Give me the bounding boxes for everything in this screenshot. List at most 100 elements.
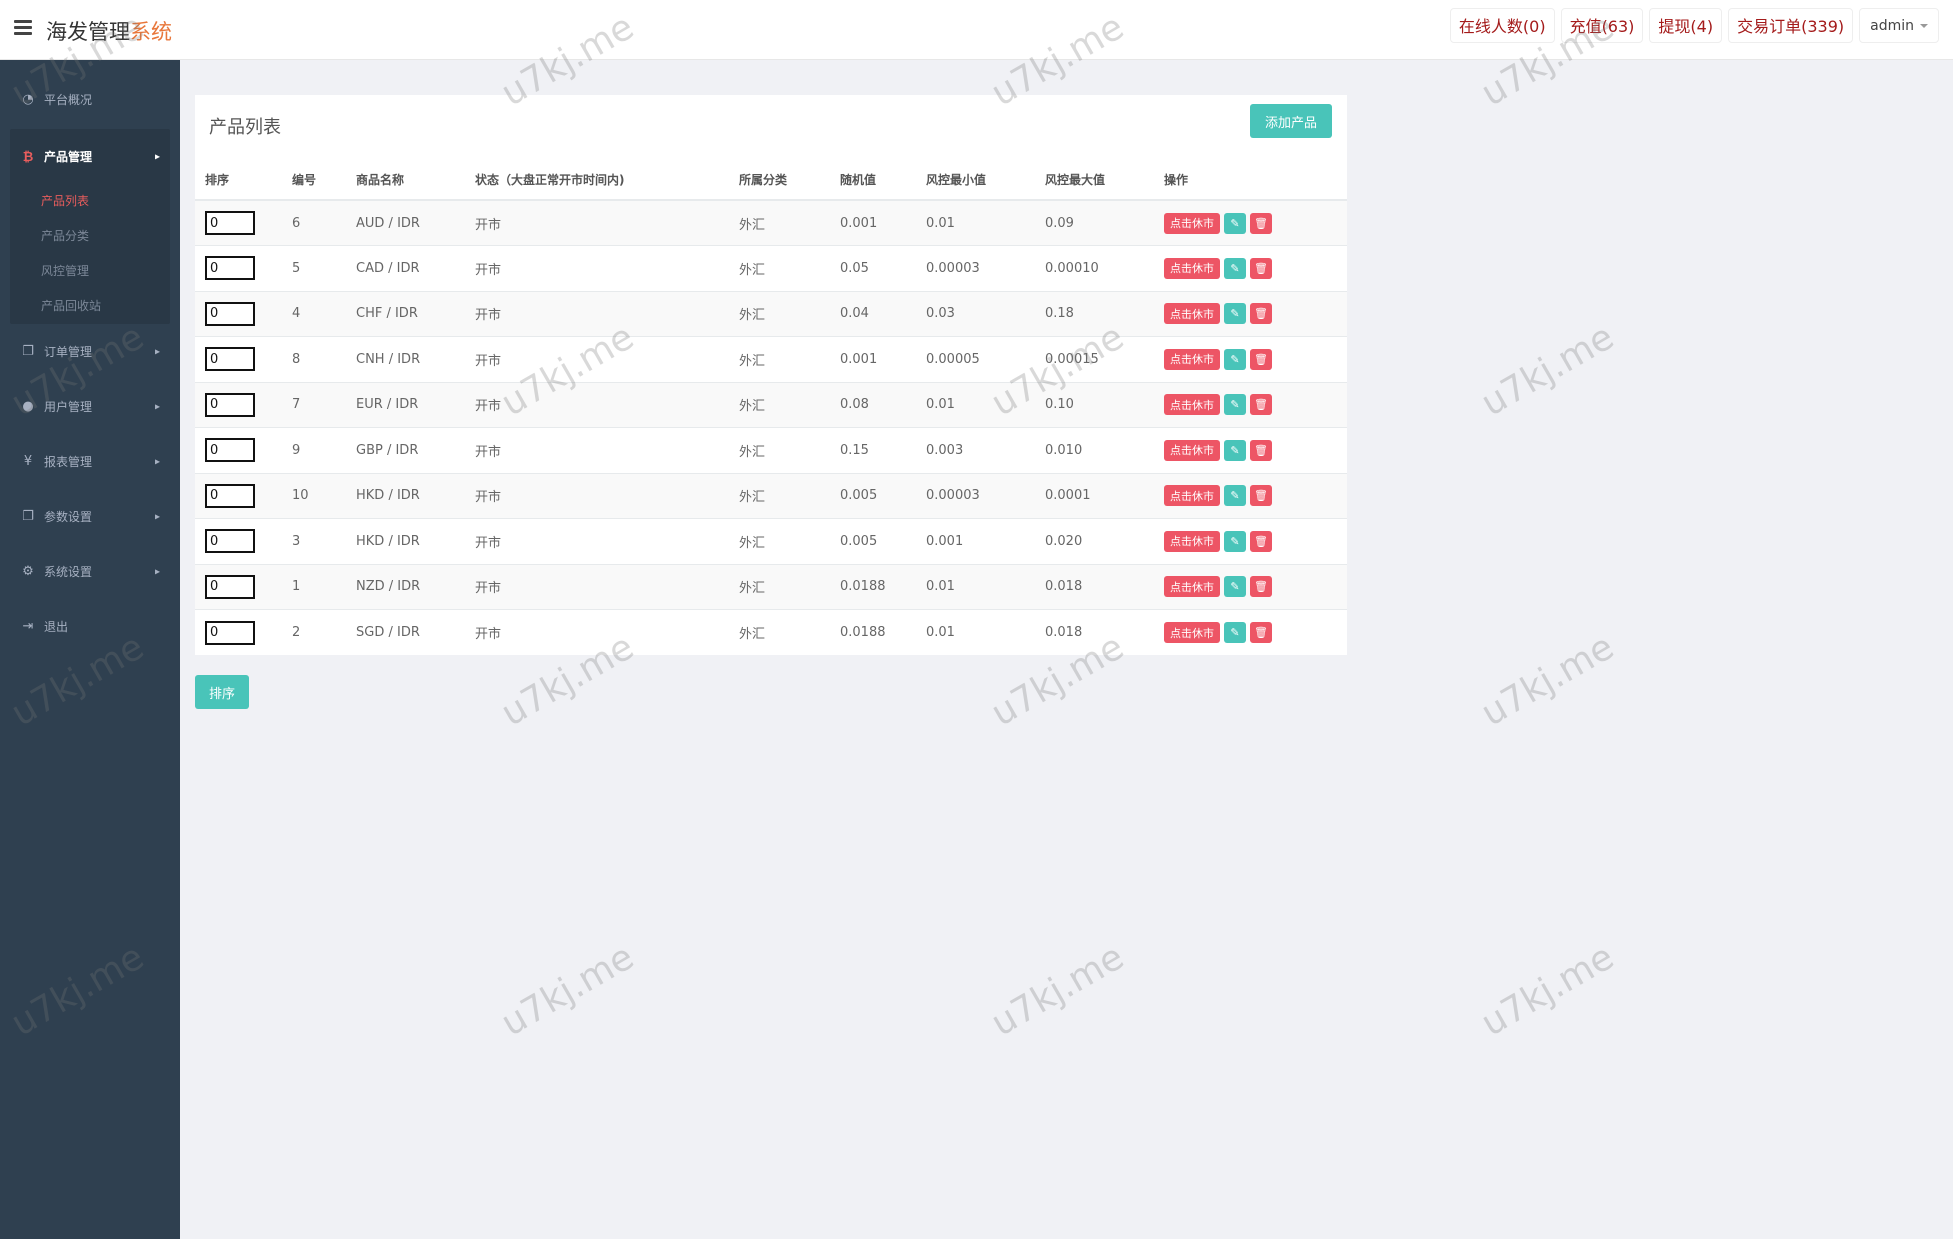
sort-order-input[interactable]	[205, 392, 255, 417]
column-header-id[interactable]: 编号	[292, 160, 356, 201]
close-market-button[interactable]: 点击休市	[1164, 348, 1220, 370]
trash-icon[interactable]: 🗑	[1250, 439, 1272, 461]
close-market-button[interactable]: 点击休市	[1164, 303, 1220, 325]
page-title: 产品列表	[209, 117, 281, 138]
user-name: admin	[1870, 18, 1914, 34]
sort-order-input[interactable]	[205, 211, 255, 235]
risk-max-value: 0.020	[1045, 518, 1164, 564]
trash-icon[interactable]: 🗑	[1250, 485, 1272, 507]
row-actions: 点击休市 ✎ 🗑	[1164, 439, 1347, 461]
edit-pencil-icon[interactable]: ✎	[1224, 394, 1246, 416]
edit-pencil-icon[interactable]: ✎	[1224, 530, 1246, 552]
close-market-button[interactable]: 点击休市	[1164, 257, 1220, 279]
sort-order-input[interactable]	[205, 620, 255, 645]
sidebar-item-orders[interactable]: ❐ 订单管理 ▸	[0, 324, 180, 379]
sort-order-input[interactable]	[205, 529, 255, 554]
product-status: 开市	[475, 427, 739, 473]
trash-icon[interactable]: 🗑	[1250, 576, 1272, 598]
online-users-link[interactable]: 在线人数(0)	[1449, 8, 1555, 43]
dashboard-icon: ◔	[22, 92, 34, 107]
app-title: 海发管理系统	[46, 16, 172, 46]
product-name: HKD / IDR	[356, 518, 475, 564]
sidebar: ◔ 平台概况 ₿ 产品管理 ▸ 产品列表 产品分类 风控管理 产品回收站 ❐ 订…	[0, 60, 180, 1239]
sidebar-item-reports[interactable]: ¥ 报表管理 ▸	[0, 434, 180, 489]
sort-cell	[195, 290, 292, 337]
column-header-sort[interactable]: 排序	[195, 160, 292, 201]
trash-icon[interactable]: 🗑	[1250, 303, 1272, 325]
product-category: 外汇	[739, 518, 840, 564]
trash-icon[interactable]: 🗑	[1250, 212, 1272, 234]
sort-order-input[interactable]	[205, 301, 255, 326]
close-market-button[interactable]: 点击休市	[1164, 576, 1220, 598]
sort-order-input[interactable]	[205, 483, 255, 508]
product-status: 开市	[475, 199, 739, 246]
edit-pencil-icon[interactable]: ✎	[1224, 348, 1246, 370]
risk-max-value: 0.0001	[1045, 472, 1164, 519]
sidebar-item-label: 系统设置	[44, 565, 93, 579]
risk-min-value: 0.01	[926, 563, 1045, 610]
close-market-button[interactable]: 点击休市	[1164, 394, 1220, 416]
trash-icon[interactable]: 🗑	[1250, 530, 1272, 552]
sidebar-item-users[interactable]: ● 用户管理 ▸	[0, 379, 180, 434]
sort-cell	[195, 381, 292, 428]
edit-pencil-icon[interactable]: ✎	[1224, 439, 1246, 461]
sidebar-item-label: 产品管理	[44, 150, 93, 164]
column-header-risk-min[interactable]: 风控最小值	[926, 160, 1045, 201]
sort-cell	[195, 336, 292, 382]
watermark-text: u7kj.me	[494, 936, 641, 1045]
hamburger-menu-icon[interactable]	[14, 20, 32, 36]
edit-pencil-icon[interactable]: ✎	[1224, 303, 1246, 325]
sort-order-input[interactable]	[205, 438, 255, 463]
column-header-category[interactable]: 所属分类	[739, 160, 840, 201]
withdraw-link[interactable]: 提现(4)	[1649, 8, 1723, 43]
edit-pencil-icon[interactable]: ✎	[1224, 212, 1246, 234]
close-market-button[interactable]: 点击休市	[1164, 622, 1220, 643]
actions-cell: 点击休市 ✎ 🗑	[1164, 609, 1347, 655]
sidebar-subitem-risk-control[interactable]: 风控管理	[10, 254, 170, 289]
product-id: 9	[292, 427, 356, 473]
add-product-button[interactable]: 添加产品	[1250, 104, 1332, 138]
sidebar-item-params[interactable]: ❐ 参数设置 ▸	[0, 489, 180, 544]
top-navbar: 海发管理系统 在线人数(0) 充值(63) 提现(4) 交易订单(339) ad…	[0, 0, 1953, 60]
sort-order-input[interactable]	[205, 256, 255, 281]
risk-max-value: 0.00015	[1045, 336, 1164, 382]
sidebar-item-label: 订单管理	[44, 345, 93, 359]
close-market-button[interactable]: 点击休市	[1164, 530, 1220, 552]
sidebar-subitem-product-list[interactable]: 产品列表	[10, 184, 170, 219]
product-category: 外汇	[739, 199, 840, 246]
watermark-text: u7kj.me	[1474, 936, 1621, 1045]
trash-icon[interactable]: 🗑	[1250, 622, 1272, 643]
recharge-link[interactable]: 充值(63)	[1560, 8, 1644, 43]
sidebar-item-system[interactable]: ⚙ 系统设置 ▸	[0, 544, 180, 599]
column-header-risk-max[interactable]: 风控最大值	[1045, 160, 1164, 201]
risk-min-value: 0.001	[926, 518, 1045, 564]
product-status: 开市	[475, 245, 739, 291]
sidebar-subitem-recycle-bin[interactable]: 产品回收站	[10, 289, 170, 324]
trash-icon[interactable]: 🗑	[1250, 257, 1272, 279]
edit-pencil-icon[interactable]: ✎	[1224, 257, 1246, 279]
column-header-random[interactable]: 随机值	[840, 160, 926, 201]
close-market-button[interactable]: 点击休市	[1164, 212, 1220, 234]
sidebar-item-dashboard[interactable]: ◔ 平台概况	[0, 72, 180, 127]
trash-icon[interactable]: 🗑	[1250, 394, 1272, 416]
trade-orders-link[interactable]: 交易订单(339)	[1728, 8, 1854, 43]
trash-icon[interactable]: 🗑	[1250, 348, 1272, 370]
column-header-name[interactable]: 商品名称	[356, 160, 475, 201]
row-actions: 点击休市 ✎ 🗑	[1164, 530, 1347, 552]
user-menu[interactable]: admin	[1859, 8, 1939, 43]
sidebar-subitem-product-category[interactable]: 产品分类	[10, 219, 170, 254]
close-market-button[interactable]: 点击休市	[1164, 485, 1220, 507]
product-status: 开市	[475, 381, 739, 428]
edit-pencil-icon[interactable]: ✎	[1224, 485, 1246, 507]
edit-pencil-icon[interactable]: ✎	[1224, 622, 1246, 643]
sort-order-input[interactable]	[205, 574, 255, 599]
watermark-text: u7kj.me	[984, 936, 1131, 1045]
column-header-status[interactable]: 状态（大盘正常开市时间内)	[475, 160, 739, 201]
sidebar-item-products[interactable]: ₿ 产品管理 ▸	[10, 129, 170, 184]
close-market-button[interactable]: 点击休市	[1164, 439, 1220, 461]
sort-submit-button[interactable]: 排序	[195, 675, 249, 709]
edit-pencil-icon[interactable]: ✎	[1224, 576, 1246, 598]
sidebar-item-logout[interactable]: ⇥ 退出	[0, 599, 180, 654]
sort-order-input[interactable]	[205, 347, 255, 372]
product-status: 开市	[475, 518, 739, 564]
